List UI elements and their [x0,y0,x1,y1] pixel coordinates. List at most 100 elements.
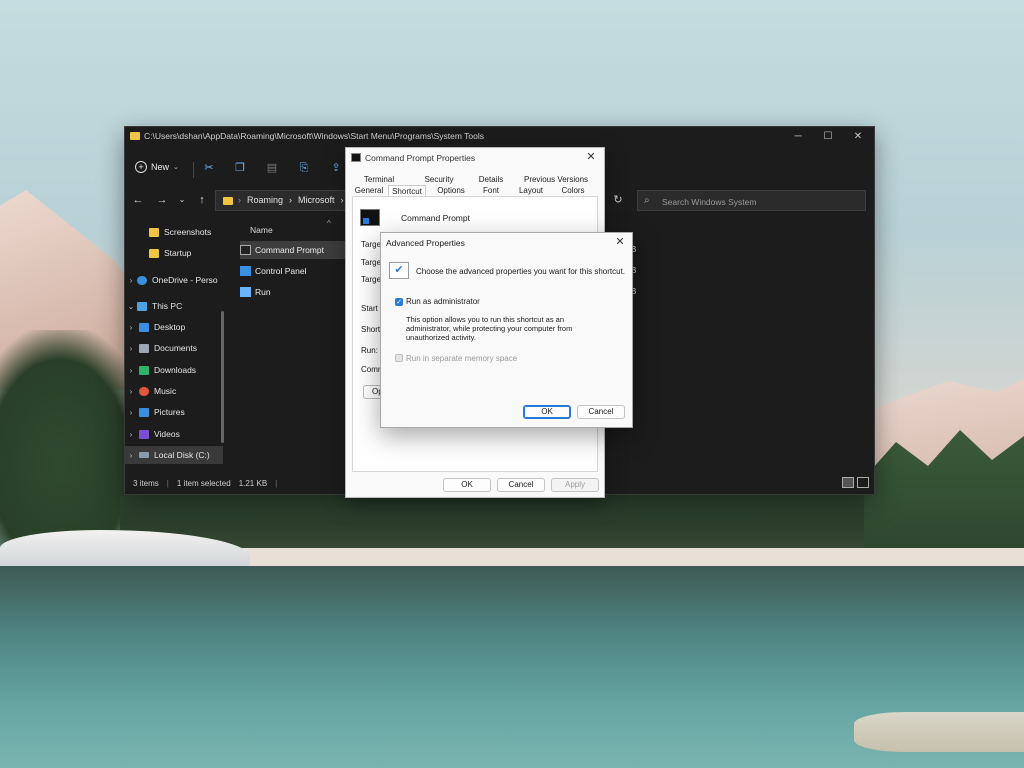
breadcrumb-separator: › [289,195,293,205]
minimize-button[interactable]: ─ [783,128,813,146]
breadcrumb: › Roaming › Microsoft › W [238,195,358,205]
close-icon[interactable]: ✕ [584,150,598,163]
cloud-icon [137,275,147,285]
maximize-button[interactable]: ☐ [813,128,843,146]
details-view-icon[interactable] [842,477,854,488]
file-row-command-prompt[interactable]: Command Prompt [240,241,348,259]
dialog-title: Command Prompt Properties [365,153,476,163]
status-item-count: 3 items [133,479,159,488]
sidebar-item-screenshots[interactable]: Screenshots [125,223,223,241]
separate-memory-checkbox[interactable] [395,354,403,362]
apply-button[interactable]: Apply [551,478,599,492]
computer-icon [137,301,147,311]
chevron-down-icon[interactable]: ⌄ [125,302,137,311]
sidebar-item-startup[interactable]: Startup [125,244,223,262]
sidebar-item-videos[interactable]: › Videos [125,425,223,443]
plus-icon: + [135,161,147,173]
breadcrumb-roaming[interactable]: Roaming [247,195,283,205]
chevron-right-icon[interactable]: › [125,408,137,417]
breadcrumb-separator: › [340,195,344,205]
sidebar-item-label: Startup [164,248,192,258]
new-button[interactable]: + New ⌄ [135,159,179,175]
status-selected-count: 1 item selected [176,479,231,488]
explorer-title-bar: C:\Users\dshan\AppData\Roaming\Microsoft… [125,127,874,147]
checkmark-icon: ✔ [389,262,409,279]
search-box[interactable]: ⌕ [637,190,866,211]
run-as-administrator-label[interactable]: Run as administrator [406,297,480,306]
recent-chevron-icon[interactable]: ⌄ [175,193,189,207]
search-input[interactable] [660,194,864,209]
downloads-icon [139,365,149,375]
separate-memory-label: Run in separate memory space [406,354,518,363]
sidebar-item-local-disk[interactable]: › Local Disk (C:) [125,446,223,464]
refresh-icon[interactable]: ↻ [611,193,625,207]
chevron-right-icon[interactable]: › [125,430,137,439]
sidebar-item-label: Videos [154,429,180,439]
status-selected-size: 1.21 KB [238,479,268,488]
navigation-pane: Screenshots Startup › OneDrive - Perso ⌄… [125,219,225,469]
command-prompt-icon [240,245,251,255]
sidebar-item-pictures[interactable]: › Pictures [125,403,223,421]
chevron-right-icon[interactable]: › [125,451,137,460]
sidebar-item-label: Downloads [154,365,197,375]
file-name: Command Prompt [255,245,324,255]
back-arrow-icon[interactable]: ← [131,193,145,207]
tiles-view-icon[interactable] [857,477,869,488]
videos-icon [139,429,149,439]
folder-icon [223,197,233,205]
dialog-title: Advanced Properties [386,238,465,248]
folder-icon [149,227,159,237]
breadcrumb-separator: › [238,195,241,205]
cancel-button[interactable]: Cancel [577,405,625,419]
breadcrumb-microsoft[interactable]: Microsoft [298,195,335,205]
chevron-right-icon[interactable]: › [125,344,137,353]
toolbar-divider [193,162,194,178]
run-label: Run: [361,346,378,355]
sidebar-item-downloads[interactable]: › Downloads [125,361,223,379]
advanced-properties-body: ✔ Choose the advanced properties you wan… [381,253,632,407]
folder-icon [149,248,159,258]
close-button[interactable]: ✕ [843,128,873,146]
paste-icon[interactable]: ▤ [265,161,279,175]
ok-button[interactable]: OK [523,405,571,419]
cancel-button[interactable]: Cancel [497,478,545,492]
sidebar-item-desktop[interactable]: › Desktop [125,318,223,336]
sidebar-item-label: Documents [154,343,197,353]
up-arrow-icon[interactable]: ↑ [195,193,209,207]
column-header-name[interactable]: Name [250,225,273,235]
advanced-properties-dialog: Advanced Properties ✕ ✔ Choose the advan… [380,232,633,428]
sidebar-item-label: Pictures [154,407,185,417]
sidebar-item-label: OneDrive - Perso [152,275,218,285]
sidebar-item-this-pc[interactable]: ⌄ This PC [125,297,223,315]
ok-button[interactable]: OK [443,478,491,492]
chevron-right-icon[interactable]: › [125,323,137,332]
close-icon[interactable]: ✕ [613,235,627,248]
forward-arrow-icon[interactable]: → [155,193,169,207]
rename-icon[interactable]: ⎘ [297,161,311,175]
run-as-administrator-description: This option allows you to run this short… [406,315,573,342]
new-label: New [151,162,170,172]
sidebar-scrollbar[interactable] [221,311,224,443]
file-row-control-panel[interactable]: Control Panel [240,262,348,280]
chevron-right-icon[interactable]: › [125,276,137,285]
cut-icon[interactable]: ✂ [202,161,216,175]
copy-icon[interactable]: ❐ [233,161,247,175]
shortcut-name: Command Prompt [401,213,470,223]
music-icon [139,386,149,396]
chevron-right-icon[interactable]: › [125,387,137,396]
run-as-administrator-checkbox[interactable]: ✓ [395,298,403,306]
sidebar-item-label: Desktop [154,322,186,332]
file-name: Control Panel [255,266,307,276]
sidebar-item-documents[interactable]: › Documents [125,339,223,357]
advanced-message: Choose the advanced properties you want … [416,267,626,276]
status-separator: | [275,479,278,488]
desktop-icon [139,322,149,332]
chevron-right-icon[interactable]: › [125,366,137,375]
file-row-run[interactable]: Run [240,283,348,301]
documents-icon [139,343,149,353]
run-icon [240,287,251,297]
share-icon[interactable]: ⇪ [329,161,343,175]
sidebar-item-onedrive[interactable]: › OneDrive - Perso [125,271,223,289]
status-bar: 3 items | 1 item selected 1.21 KB | [133,479,277,488]
sidebar-item-music[interactable]: › Music [125,382,223,400]
